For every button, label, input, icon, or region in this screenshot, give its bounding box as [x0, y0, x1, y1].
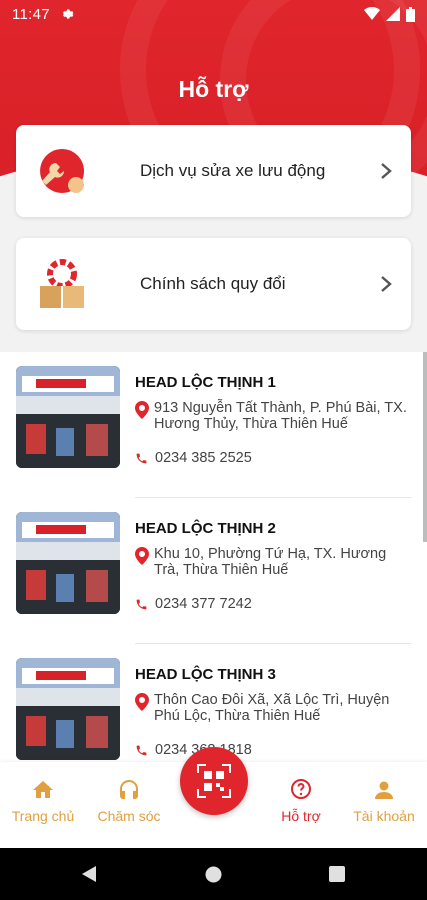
dealer-photo: [16, 512, 120, 614]
nav-label: Tài khoản: [353, 808, 415, 824]
dealer-address: 913 Nguyễn Tất Thành, P. Phú Bài, TX. Hư…: [154, 400, 407, 432]
wifi-icon: [364, 7, 380, 20]
battery-icon: [406, 6, 415, 22]
home-icon: [33, 781, 53, 798]
menu-label: Dịch vụ sửa xe lưu động: [140, 161, 326, 180]
qr-scan-button[interactable]: [180, 747, 248, 815]
headset-icon: [120, 780, 138, 799]
home-circle-icon[interactable]: [205, 866, 222, 883]
exchange-policy-card[interactable]: Chính sách quy đổi: [16, 238, 411, 330]
status-time: 11:47: [12, 5, 50, 23]
chevron-right-icon: [381, 163, 392, 179]
phone-icon: [136, 599, 147, 609]
dealer-address: Khu 10, Phường Tứ Hạ, TX. Hương Trà, Thừ…: [154, 546, 387, 578]
qr-code-icon: [197, 764, 231, 798]
scrollbar[interactable]: [423, 352, 427, 542]
nav-label: Hỗ trợ: [281, 808, 321, 824]
nav-support[interactable]: Hỗ trợ: [258, 778, 344, 824]
dealer-phone: 0234 385 2525: [155, 450, 252, 466]
signal-icon: [386, 7, 400, 21]
back-icon[interactable]: [82, 866, 98, 882]
wrench-service-icon: [40, 149, 85, 193]
dealer-name: HEAD LỘC THỊNH 3: [135, 666, 276, 683]
dealer-item[interactable]: HEAD LỘC THỊNH 3 Thôn Cao Đôi Xã, Xã Lộc…: [0, 644, 427, 762]
mobile-repair-service-card[interactable]: Dịch vụ sửa xe lưu động: [16, 125, 411, 217]
user-icon: [375, 781, 393, 799]
dealer-name: HEAD LỘC THỊNH 2: [135, 520, 276, 537]
nav-care[interactable]: Chăm sóc: [86, 778, 172, 824]
dealer-phone-link[interactable]: 0234 385 2525: [135, 450, 252, 466]
phone-icon: [136, 745, 147, 755]
chevron-right-icon: [381, 276, 392, 292]
page-title: Hỗ trợ: [178, 76, 249, 102]
exchange-policy-icon: [40, 259, 84, 308]
nav-label: Trang chủ: [11, 808, 75, 824]
dealer-address: Thôn Cao Đôi Xã, Xã Lộc Trì, Huyện Phú L…: [154, 692, 390, 724]
dealer-name: HEAD LỘC THỊNH 1: [135, 374, 276, 391]
nav-home[interactable]: Trang chủ: [0, 778, 86, 824]
system-navigation-bar: [0, 848, 427, 900]
nav-label: Chăm sóc: [97, 808, 161, 824]
dealer-list[interactable]: HEAD LỘC THỊNH 1 913 Nguyễn Tất Thành, P…: [0, 352, 427, 762]
menu-label: Chính sách quy đổi: [140, 274, 286, 293]
dealer-item[interactable]: HEAD LỘC THỊNH 2 Khu 10, Phường Tứ Hạ, T…: [0, 498, 427, 644]
location-pin-icon: [135, 547, 149, 565]
dealer-photo: [16, 366, 120, 468]
location-pin-icon: [135, 401, 149, 419]
settings-gear-icon: [62, 9, 74, 19]
dealer-phone-link[interactable]: 0234 377 7242: [135, 596, 252, 612]
nav-account[interactable]: Tài khoản: [341, 778, 427, 824]
location-pin-icon: [135, 693, 149, 711]
phone-icon: [136, 453, 147, 463]
support-head-question-icon: [291, 779, 311, 799]
recents-icon[interactable]: [329, 866, 345, 882]
dealer-phone: 0234 377 7242: [155, 596, 252, 612]
dealer-item[interactable]: HEAD LỘC THỊNH 1 913 Nguyễn Tất Thành, P…: [0, 352, 427, 498]
status-bar: 11:47: [0, 0, 427, 28]
dealer-photo: [16, 658, 120, 760]
